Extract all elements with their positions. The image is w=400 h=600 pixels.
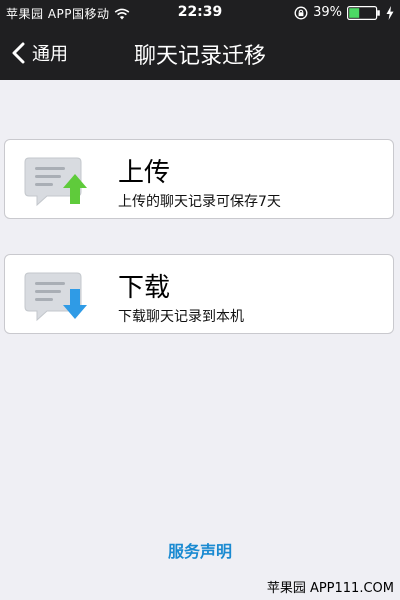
status-bar: 苹果园 APP国移动 22:39 39% <box>0 0 400 26</box>
navigation-bar: 通用 聊天记录迁移 <box>0 26 400 80</box>
screen: 苹果园 APP国移动 22:39 39% 通用 聊天记录迁移 上传 上传的聊天记… <box>0 0 400 600</box>
battery-percent: 39% <box>313 5 342 20</box>
service-statement-link[interactable]: 服务声明 <box>0 538 400 562</box>
orientation-lock-icon <box>294 6 308 19</box>
battery-icon <box>347 5 380 20</box>
watermark: 苹果园 APP111.COM <box>266 581 394 596</box>
battery-fill <box>349 7 360 18</box>
upload-title: 上传 <box>118 158 171 188</box>
chat-upload-icon <box>24 157 87 207</box>
status-right: 39% <box>294 5 394 20</box>
download-title: 下载 <box>118 273 171 303</box>
upload-subtitle: 上传的聊天记录可保存7天 <box>118 194 281 210</box>
download-subtitle: 下载聊天记录到本机 <box>118 309 244 325</box>
charging-bolt-icon <box>386 5 394 20</box>
page-title: 聊天记录迁移 <box>133 44 266 69</box>
upload-option[interactable]: 上传 上传的聊天记录可保存7天 <box>4 139 394 219</box>
download-option[interactable]: 下载 下载聊天记录到本机 <box>4 254 394 334</box>
chat-download-icon <box>24 272 87 322</box>
